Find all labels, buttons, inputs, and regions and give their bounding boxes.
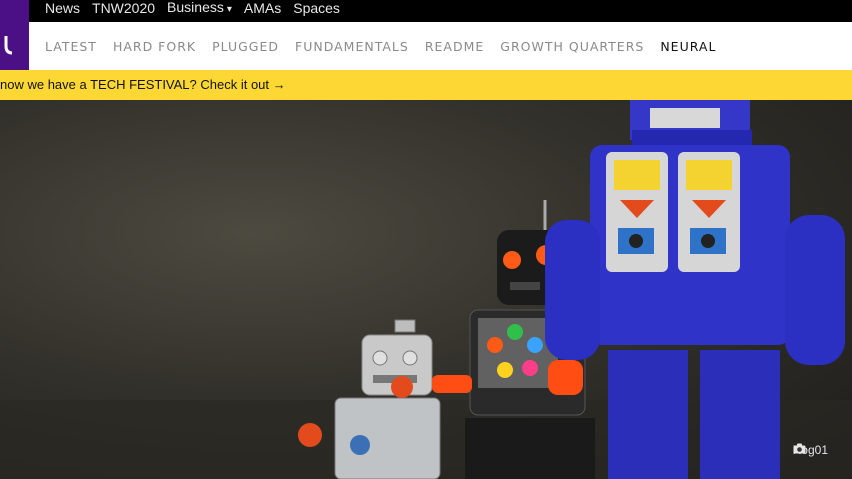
section-nav-growth-quarters[interactable]: GROWTH QUARTERS <box>500 39 644 54</box>
promo-banner[interactable]: now we have a TECH FESTIVAL? Check it ou… <box>0 70 852 100</box>
top-nav-business-label: Business <box>167 0 224 15</box>
section-nav-fundamentals[interactable]: FUNDAMENTALS <box>295 39 409 54</box>
promo-link[interactable]: now we have a TECH FESTIVAL? Check it ou… <box>0 70 286 100</box>
top-bar: News TNW2020 Business ▾ AMAs Spaces <box>0 0 852 22</box>
top-nav-tnw2020[interactable]: TNW2020 <box>92 0 155 16</box>
top-nav: News TNW2020 Business ▾ AMAs Spaces <box>45 0 340 16</box>
toy-robots-illustration <box>0 100 852 479</box>
camera-icon <box>793 443 806 454</box>
logo-mark-icon <box>4 36 13 55</box>
top-nav-business[interactable]: Business ▾ <box>167 0 232 17</box>
chevron-down-icon: ▾ <box>226 3 232 15</box>
section-nav-hard-fork[interactable]: HARD FORK <box>113 39 196 54</box>
hero-image: Rog01 <box>0 100 852 479</box>
top-nav-amas[interactable]: AMAs <box>244 0 281 16</box>
section-nav-neural[interactable]: NEURAL <box>660 39 716 54</box>
top-nav-spaces[interactable]: Spaces <box>293 0 340 16</box>
section-nav: LATEST HARD FORK PLUGGED FUNDAMENTALS RE… <box>0 22 852 70</box>
site-logo[interactable] <box>0 0 29 70</box>
section-nav-plugged[interactable]: PLUGGED <box>212 39 279 54</box>
section-nav-latest[interactable]: LATEST <box>45 39 97 54</box>
top-nav-news[interactable]: News <box>45 0 80 16</box>
photo-credit: Rog01 <box>793 443 828 457</box>
section-nav-readme[interactable]: README <box>425 39 484 54</box>
